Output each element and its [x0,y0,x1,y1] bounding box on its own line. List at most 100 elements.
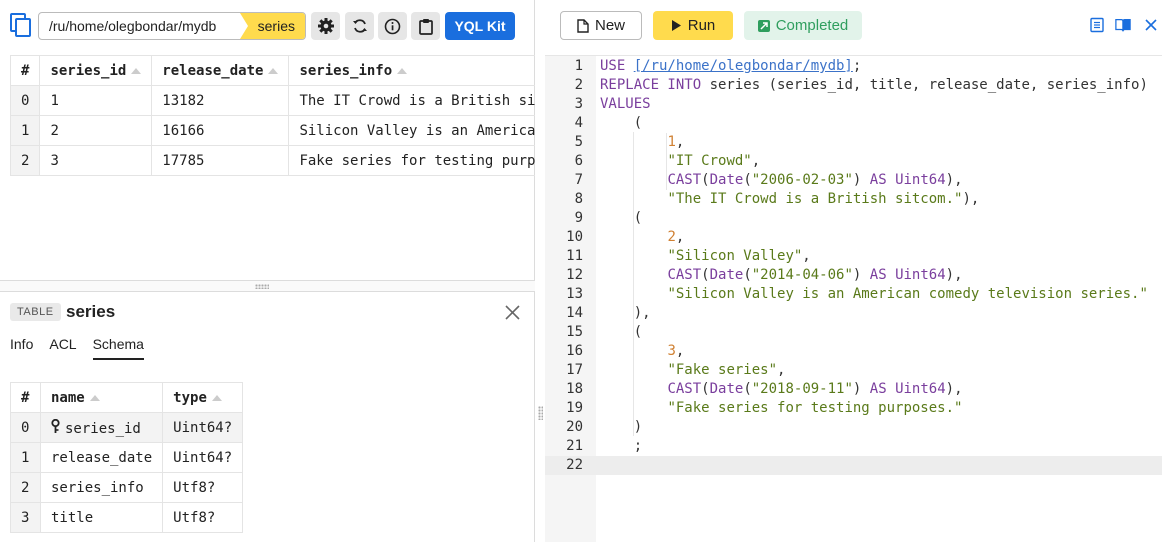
table-row[interactable]: 3 title Utf8? [10,502,244,533]
code-line[interactable]: 4 ( [545,114,1162,133]
table-row[interactable]: 1 release_date Uint64? [10,442,244,473]
results-table-container: # series_id release_date series_info 0 1… [10,55,535,185]
table-row[interactable]: 0 1 13182 The IT Crowd is a British si [10,85,535,116]
cell-text: series_id [65,420,141,437]
table-title: series [66,302,116,321]
code-line[interactable]: 16 3, [545,342,1162,361]
results-header-release-date[interactable]: release_date [151,55,290,86]
cell: Uint64? [162,412,244,443]
cell: title [39,502,164,533]
table-row[interactable]: 1 2 16166 Silicon Valley is an America [10,115,535,146]
document-icon[interactable] [1089,17,1105,33]
results-header-index: # [10,55,41,86]
cell: 1 [39,85,153,116]
copy-icon[interactable] [10,13,32,37]
code-text: "Silicon Valley is an American comedy te… [667,286,1148,302]
tab-info[interactable]: Info [10,336,33,360]
editor-pane: New Run Completed 1 USE [/ru/home/olegbon… [545,0,1162,542]
path-tag: series [239,13,305,39]
line-number: 15 [566,324,583,340]
settings-button[interactable] [311,12,340,40]
line-number: 11 [566,248,583,264]
schema-header-type[interactable]: type [162,382,244,413]
run-button[interactable]: Run [653,11,733,40]
clipboard-button[interactable] [411,12,440,40]
code-line[interactable]: 21 ; [545,437,1162,456]
schema-header-name[interactable]: name [39,382,164,413]
code-line[interactable]: 7 CAST(Date("2006-02-03") AS Uint64), [545,171,1162,190]
code-line[interactable]: 5 1, [545,133,1162,152]
close-icon[interactable] [504,304,521,321]
info-icon [384,18,401,34]
results-header-series-info[interactable]: series_info [288,55,535,86]
new-query-button[interactable]: New [560,11,642,40]
vertical-splitter[interactable] [536,0,544,542]
line-number: 21 [566,438,583,454]
table-row[interactable]: 2 series_info Utf8? [10,472,244,503]
file-icon [577,18,589,33]
status-badge: Completed [744,11,862,40]
refresh-button[interactable] [345,12,374,40]
header-label: type [173,389,207,406]
line-number: 22 [566,457,583,473]
code-text: REPLACE INTO series (series_id, title, r… [600,77,1148,93]
code-editor[interactable]: 1 USE [/ru/home/olegbondar/mydb]; 2 REPLACE… [545,55,1162,542]
table-tabs: Info ACL Schema [10,336,144,360]
code-line[interactable]: 13 "Silicon Valley is an American comedy… [545,285,1162,304]
query-toolbar: /ru/home/olegbondar/mydb series YQL Kit [0,0,535,52]
line-number: 1 [574,58,583,74]
code-text: ( [600,210,643,226]
book-icon[interactable] [1115,17,1131,33]
code-text: 1, [667,134,685,150]
key-icon [51,418,60,433]
code-line[interactable]: 6 "IT Crowd", [545,152,1162,171]
cell: 13182 [151,85,290,116]
code-line[interactable]: 3 VALUES [545,95,1162,114]
code-line[interactable]: 12 CAST(Date("2014-04-06") AS Uint64), [545,266,1162,285]
code-text: ( [600,115,643,131]
code-line[interactable]: 18 CAST(Date("2018-09-11") AS Uint64), [545,380,1162,399]
code-line[interactable]: 11 "Silicon Valley", [545,247,1162,266]
code-line[interactable]: 2 REPLACE INTO series (series_id, title, … [545,76,1162,95]
results-header-series-id[interactable]: series_id [39,55,153,86]
cell: Utf8? [162,502,244,533]
horizontal-splitter[interactable] [0,280,535,292]
code-line[interactable]: 19 "Fake series for testing purposes." [545,399,1162,418]
code-text: 3, [667,343,685,359]
code-text: "The IT Crowd is a British sitcom."), [667,191,980,207]
code-line[interactable]: 17 "Fake series", [545,361,1162,380]
path-breadcrumb[interactable]: /ru/home/olegbondar/mydb series [38,12,306,40]
code-line[interactable]: 22 [545,456,1162,475]
code-line[interactable]: 20 ) [545,418,1162,437]
line-number: 14 [566,305,583,321]
table-row[interactable]: 0 series_id Uint64? [10,412,244,443]
code-line[interactable]: 15 ( [545,323,1162,342]
path-text: /ru/home/olegbondar/mydb [49,18,217,34]
tab-schema[interactable]: Schema [92,336,144,360]
tab-acl[interactable]: ACL [49,336,76,360]
table-row[interactable]: 2 3 17785 Fake series for testing purp [10,145,535,176]
row-index: 0 [10,85,41,116]
yql-kit-button[interactable]: YQL Kit [445,12,515,40]
row-index: 2 [10,472,41,503]
code-text: CAST(Date("2018-09-11") AS Uint64), [667,381,963,397]
code-line[interactable]: 1 USE [/ru/home/olegbondar/mydb]; [545,57,1162,76]
close-icon[interactable] [1144,18,1158,32]
cell: Silicon Valley is an America [288,115,535,146]
sort-icon [89,394,100,401]
cell: Utf8? [162,472,244,503]
line-number: 5 [574,134,583,150]
drag-handle-icon [538,406,543,420]
line-number: 18 [566,381,583,397]
code-line[interactable]: 8 "The IT Crowd is a British sitcom."), [545,190,1162,209]
schema-table-container: # name type 0 series_id Uint64? 1 releas… [10,382,244,533]
info-button[interactable] [378,12,407,40]
line-number: 12 [566,267,583,283]
header-label: series_id [50,62,127,79]
header-label: name [51,389,85,406]
code-text: ( [600,324,643,340]
cell: 17785 [151,145,290,176]
code-line[interactable]: 10 2, [545,228,1162,247]
code-line[interactable]: 14 ), [545,304,1162,323]
code-line[interactable]: 9 ( [545,209,1162,228]
